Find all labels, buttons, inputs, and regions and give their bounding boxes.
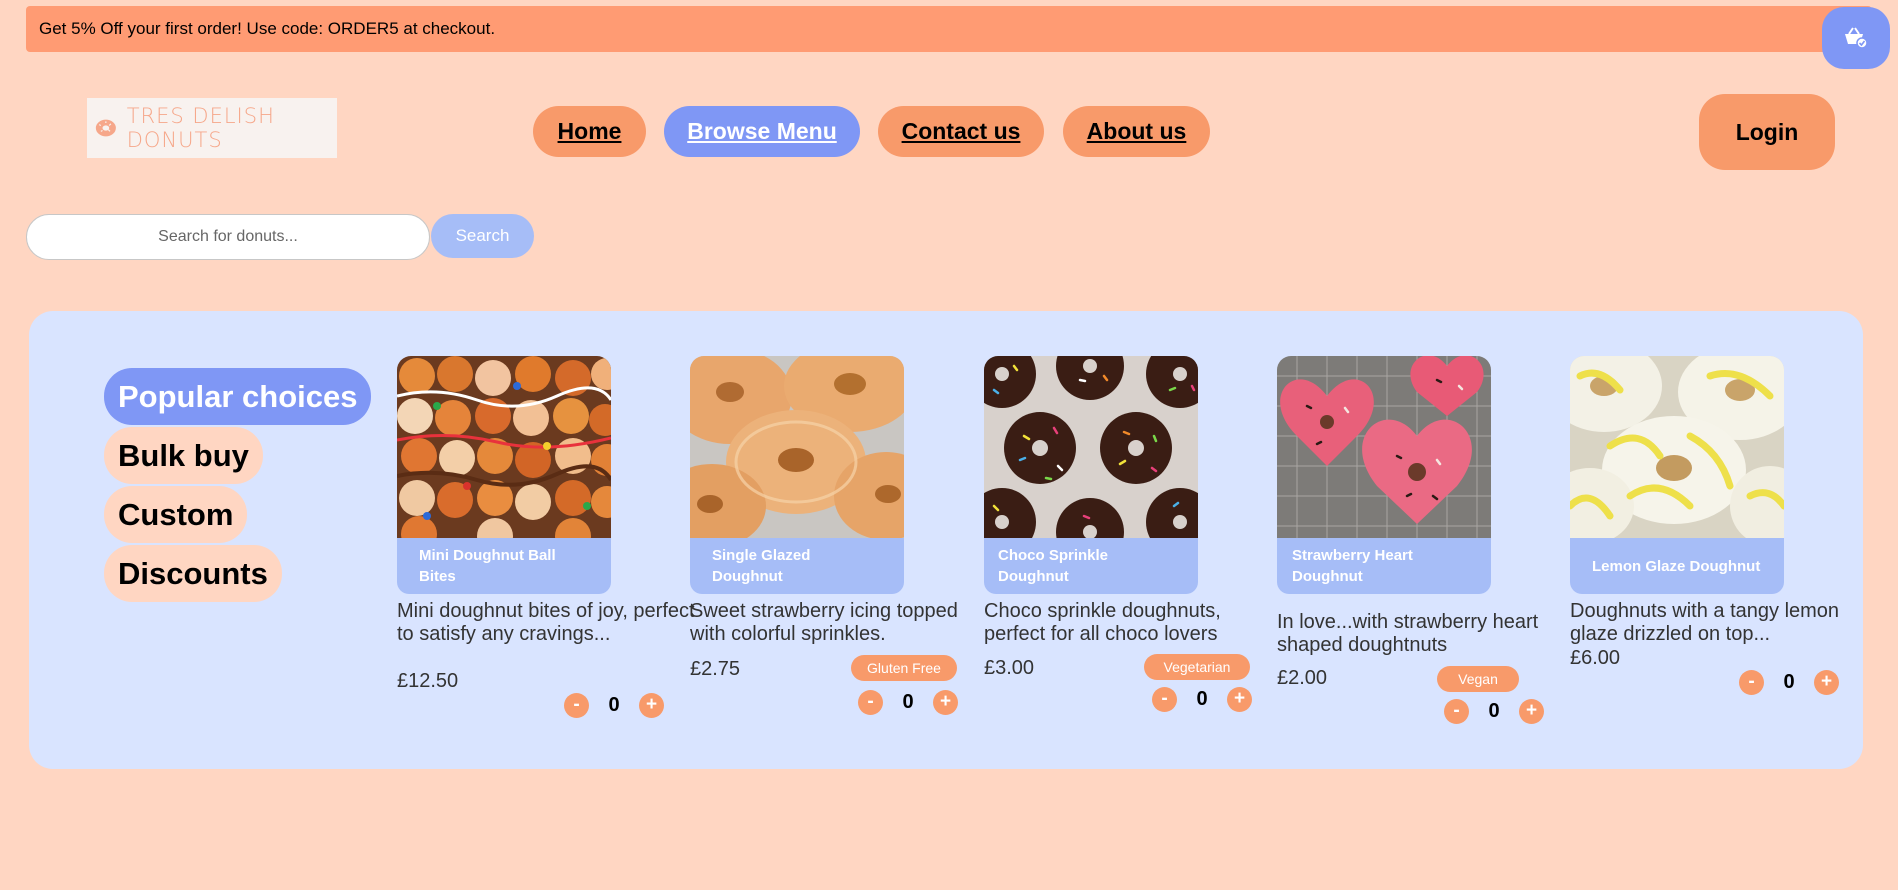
- quantity-decrease-button[interactable]: -: [1152, 687, 1177, 712]
- quantity-value: 0: [1783, 671, 1795, 693]
- product-name: Lemon Glaze Doughnut: [1592, 557, 1761, 575]
- dietary-badge: Gluten Free: [851, 655, 957, 681]
- cart-button[interactable]: [1822, 7, 1890, 69]
- product-name: Mini Doughnut Ball Bites: [419, 547, 556, 585]
- quantity-stepper: - 0 +: [564, 693, 664, 718]
- category-custom[interactable]: Custom: [104, 486, 248, 543]
- quantity-increase-button[interactable]: +: [639, 693, 664, 718]
- product-name-label[interactable]: Strawberry Heart Doughnut: [1277, 538, 1491, 594]
- product-name-label[interactable]: Choco Sprinkle Doughnut: [984, 538, 1198, 594]
- quantity-value: 0: [1196, 688, 1208, 710]
- dietary-badge: Vegan: [1437, 666, 1519, 692]
- quantity-increase-button[interactable]: +: [1814, 670, 1839, 695]
- product-name: Single Glazed Doughnut: [712, 547, 811, 585]
- quantity-value: 0: [608, 694, 620, 716]
- quantity-stepper: - 0 +: [1739, 670, 1839, 695]
- quantity-stepper: - 0 +: [858, 690, 958, 715]
- product-name-label[interactable]: Single Glazed Doughnut: [690, 538, 904, 594]
- category-bulk-buy[interactable]: Bulk buy: [104, 427, 263, 484]
- quantity-decrease-button[interactable]: -: [1444, 699, 1469, 724]
- product-description: In love...with strawberry heart shaped d…: [1277, 611, 1539, 656]
- product-price: £6.00: [1570, 647, 1621, 669]
- product-description: Doughnuts with a tangy lemon glaze drizz…: [1570, 600, 1840, 645]
- quantity-value: 0: [1488, 700, 1500, 722]
- quantity-stepper: - 0 +: [1152, 687, 1252, 712]
- product-name-label[interactable]: Mini Doughnut Ball Bites: [397, 538, 611, 594]
- product-description: Sweet strawberry icing topped with color…: [690, 600, 958, 645]
- product-image[interactable]: [397, 356, 611, 538]
- product-description: Choco sprinkle doughnuts, perfect for al…: [984, 600, 1221, 645]
- quantity-increase-button[interactable]: +: [1519, 699, 1544, 724]
- category-discounts[interactable]: Discounts: [104, 545, 282, 602]
- product-price: £12.50: [397, 670, 459, 692]
- search-button[interactable]: Search: [431, 214, 534, 258]
- quantity-value: 0: [902, 691, 914, 713]
- logo-text: TRES DELISH DONUTS: [126, 104, 275, 152]
- promo-banner: Get 5% Off your first order! Use code: O…: [26, 6, 1872, 52]
- nav-browse-menu[interactable]: Browse Menu: [664, 106, 860, 157]
- product-price: £2.75: [690, 658, 741, 680]
- product-image[interactable]: [1277, 356, 1491, 538]
- quantity-increase-button[interactable]: +: [1227, 687, 1252, 712]
- nav-about-us[interactable]: About us: [1063, 106, 1210, 157]
- nav-contact-us[interactable]: Contact us: [878, 106, 1044, 157]
- quantity-decrease-button[interactable]: -: [564, 693, 589, 718]
- quantity-increase-button[interactable]: +: [933, 690, 958, 715]
- product-name-label[interactable]: Lemon Glaze Doughnut: [1570, 538, 1784, 594]
- logo[interactable]: TRES DELISH DONUTS: [87, 98, 337, 158]
- login-button[interactable]: Login: [1699, 94, 1835, 170]
- nav-home[interactable]: Home: [533, 106, 646, 157]
- product-name: Choco Sprinkle Doughnut: [998, 547, 1109, 585]
- cart-icon: [1845, 27, 1868, 49]
- donut-logo-icon: [95, 119, 116, 137]
- dietary-badge: Vegetarian: [1144, 654, 1250, 680]
- search-input[interactable]: [26, 214, 430, 260]
- quantity-decrease-button[interactable]: -: [858, 690, 883, 715]
- quantity-decrease-button[interactable]: -: [1739, 670, 1764, 695]
- product-image[interactable]: [984, 356, 1198, 538]
- category-popular-choices[interactable]: Popular choices: [104, 368, 372, 425]
- product-name: Strawberry Heart Doughnut: [1292, 547, 1413, 585]
- product-image[interactable]: [690, 356, 904, 538]
- quantity-stepper: - 0 +: [1444, 699, 1544, 724]
- product-price: £2.00: [1277, 667, 1328, 689]
- product-description: Mini doughnut bites of joy, perfect to s…: [397, 600, 695, 645]
- promo-text: Get 5% Off your first order! Use code: O…: [39, 19, 496, 38]
- product-price: £3.00: [984, 657, 1035, 679]
- product-image[interactable]: [1570, 356, 1784, 538]
